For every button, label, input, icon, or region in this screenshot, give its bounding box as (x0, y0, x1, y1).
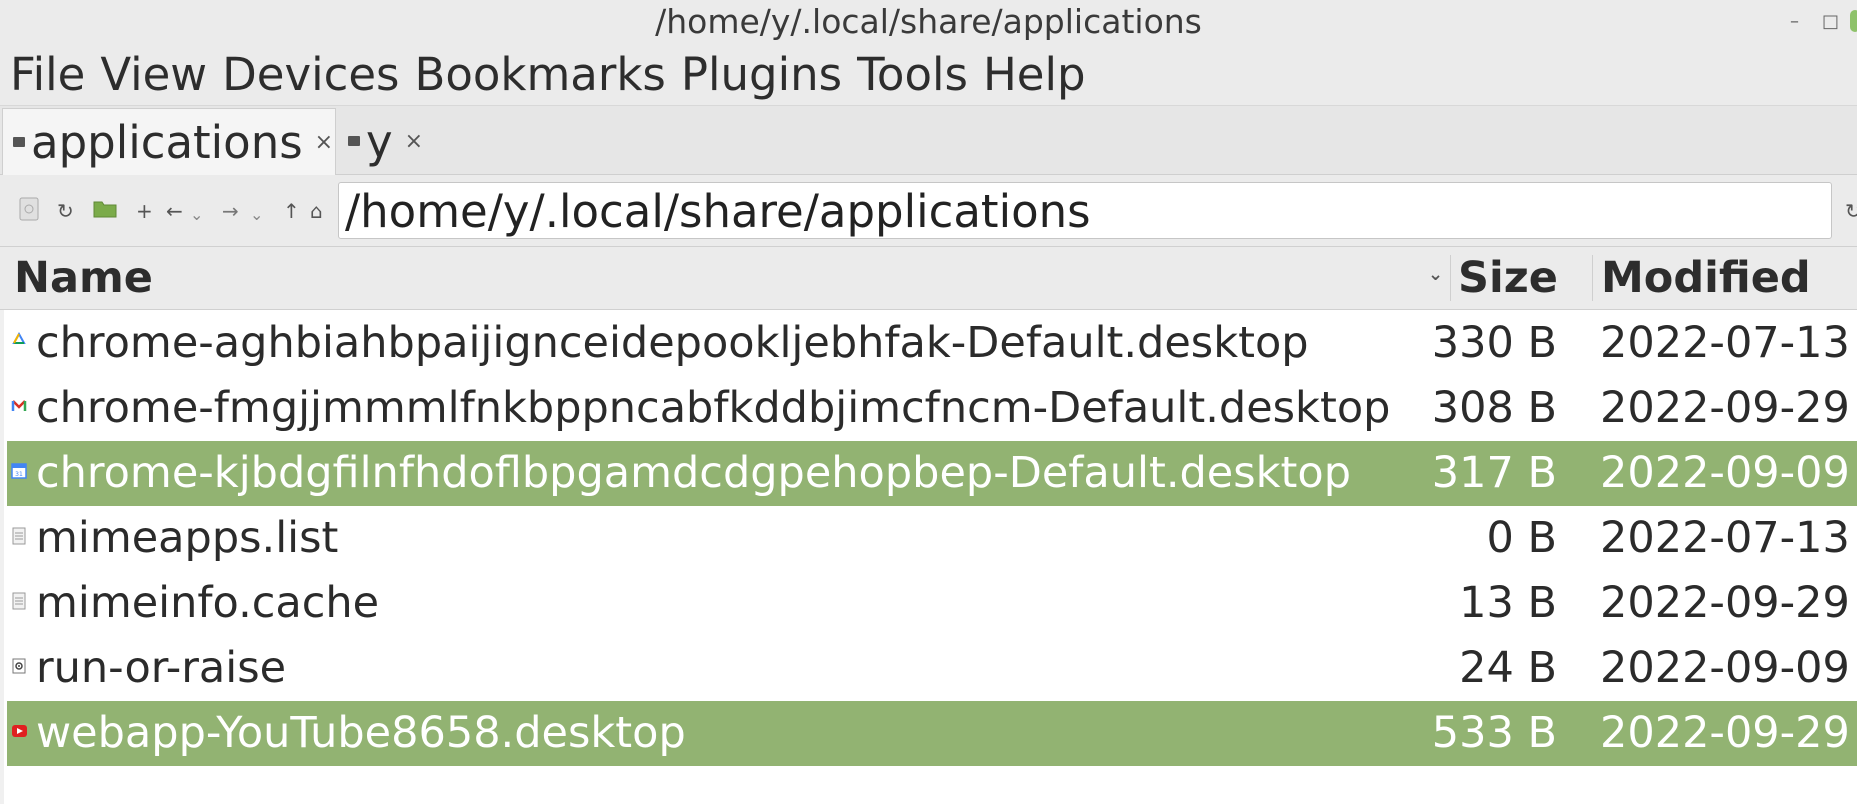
file-modified: 2022-07-13 (1600, 318, 1850, 368)
sort-chevron-down-icon: ⌄ (1428, 264, 1444, 285)
forward-history-chevron-down-icon[interactable]: ⌄ (250, 203, 263, 227)
menu-help[interactable]: Help (981, 44, 1088, 105)
menu-file[interactable]: File (8, 44, 87, 105)
executable-icon (12, 658, 26, 674)
file-size: 330 B (1431, 318, 1557, 368)
file-row[interactable]: 31 chrome-kjbdgfilnfhdoflbpgamdcdgpehopb… (7, 441, 1857, 506)
back-icon[interactable]: ← (166, 199, 183, 223)
file-modified: 2022-09-09 (1600, 448, 1850, 498)
youtube-icon (12, 725, 27, 737)
new-folder-icon[interactable] (93, 197, 117, 224)
file-size: 24 B (1459, 643, 1557, 693)
tab-label: applications (31, 115, 303, 169)
folder-icon (13, 137, 25, 147)
toolbar: ↻ + ← ⌄ → ⌄ ↑ ⌂ /home/y/.local/share/app… (0, 175, 1857, 247)
file-name: chrome-kjbdgfilnfhdoflbpgamdcdgpehopbep-… (36, 448, 1352, 498)
calendar-icon: 31 (11, 463, 27, 479)
column-header: Name ⌄ Size Modified (0, 247, 1857, 310)
disk-icon[interactable] (19, 197, 39, 226)
go-icon[interactable]: ↻ (1845, 199, 1857, 223)
file-row[interactable]: run-or-raise 24 B 2022-09-09 (7, 636, 1857, 701)
column-divider[interactable] (1592, 255, 1593, 301)
menu-bookmarks[interactable]: Bookmarks (412, 44, 667, 105)
menu-tools[interactable]: Tools (855, 44, 970, 105)
column-size[interactable]: Size (1458, 247, 1558, 309)
file-modified: 2022-09-09 (1600, 643, 1850, 693)
file-size: 317 B (1431, 448, 1557, 498)
new-tab-icon[interactable]: + (136, 199, 153, 223)
file-row[interactable]: webapp-YouTube8658.desktop 533 B 2022-09… (7, 701, 1857, 766)
file-size: 13 B (1459, 578, 1557, 628)
tab-close-icon[interactable]: × (405, 129, 423, 154)
file-name: chrome-aghbiahbpaijignceidepookljebhfak-… (36, 318, 1309, 368)
menu-view[interactable]: View (98, 44, 209, 105)
file-modified: 2022-09-29 (1600, 708, 1850, 758)
text-file-icon (12, 592, 26, 610)
home-icon[interactable]: ⌂ (310, 199, 323, 223)
column-divider[interactable] (1450, 255, 1451, 301)
forward-icon[interactable]: → (222, 199, 239, 223)
file-name: chrome-fmgjjmmmlfnkbppncabfkddbjimcfncm-… (36, 383, 1391, 433)
menu-devices[interactable]: Devices (220, 44, 401, 105)
window-title: /home/y/.local/share/applications (655, 2, 1202, 41)
minimize-button[interactable]: – (1790, 11, 1799, 32)
menu-bar: File View Devices Bookmarks Plugins Tools Help (0, 44, 1857, 106)
tab-bar: applications × y × (0, 106, 1857, 175)
file-name: mimeinfo.cache (36, 578, 380, 628)
column-name[interactable]: Name (14, 247, 153, 309)
file-row[interactable]: mimeinfo.cache 13 B 2022-09-29 (7, 571, 1857, 636)
tab-close-icon[interactable]: × (315, 130, 333, 155)
svg-text:31: 31 (15, 471, 23, 478)
file-modified: 2022-07-13 (1600, 513, 1850, 563)
tab-applications[interactable]: applications × (2, 108, 336, 175)
file-size: 308 B (1431, 383, 1557, 433)
path-input[interactable]: /home/y/.local/share/applications (338, 182, 1832, 239)
title-bar: /home/y/.local/share/applications – □ (0, 0, 1857, 44)
maximize-button[interactable]: □ (1822, 11, 1839, 32)
up-icon[interactable]: ↑ (283, 199, 300, 223)
file-name: mimeapps.list (36, 513, 339, 563)
file-row[interactable]: chrome-aghbiahbpaijignceidepookljebhfak-… (7, 311, 1857, 376)
tab-y[interactable]: y × (336, 108, 436, 174)
back-history-chevron-down-icon[interactable]: ⌄ (190, 203, 203, 227)
close-icon[interactable] (1850, 10, 1857, 32)
file-row[interactable]: mimeapps.list 0 B 2022-07-13 (7, 506, 1857, 571)
menu-plugins[interactable]: Plugins (679, 44, 844, 105)
folder-icon (348, 136, 360, 146)
file-name: webapp-YouTube8658.desktop (36, 708, 686, 758)
file-size: 0 B (1486, 513, 1557, 563)
file-name: run-or-raise (36, 643, 287, 693)
file-row[interactable]: chrome-fmgjjmmmlfnkbppncabfkddbjimcfncm-… (7, 376, 1857, 441)
column-modified[interactable]: Modified (1601, 247, 1811, 309)
text-file-icon (12, 527, 26, 545)
file-modified: 2022-09-29 (1600, 578, 1850, 628)
tab-label: y (366, 114, 393, 168)
gmail-icon (11, 400, 27, 411)
file-modified: 2022-09-29 (1600, 383, 1850, 433)
reload-icon[interactable]: ↻ (57, 199, 74, 223)
file-size: 533 B (1431, 708, 1557, 758)
drive-icon (12, 331, 26, 344)
